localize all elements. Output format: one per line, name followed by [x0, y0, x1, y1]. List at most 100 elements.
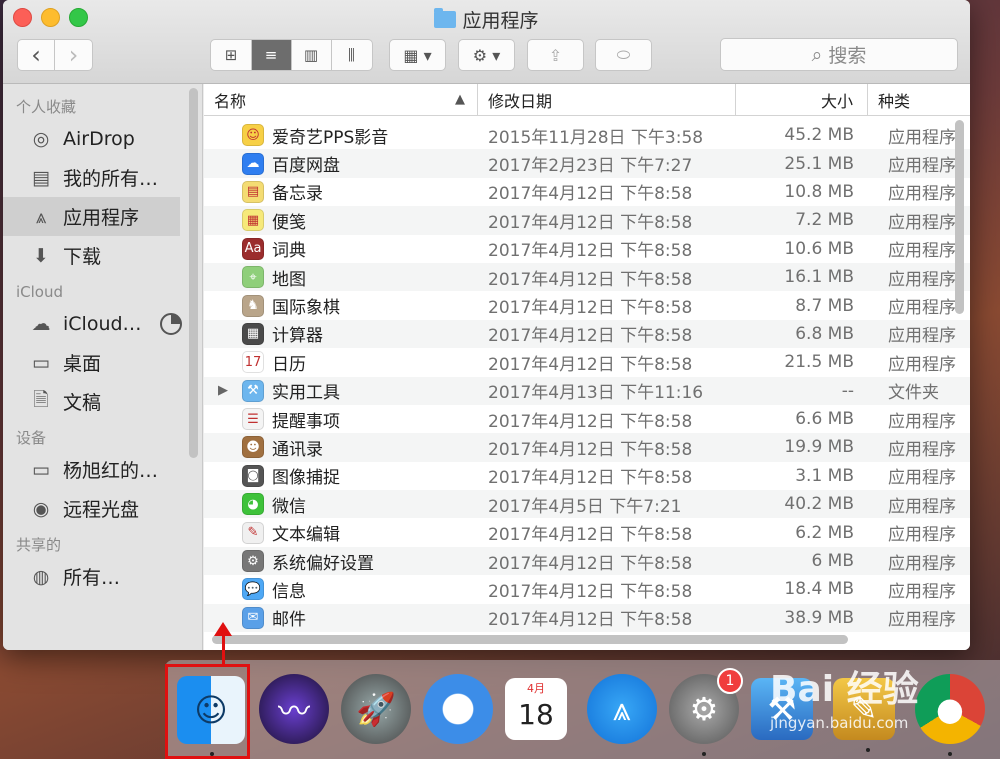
back-button[interactable]: ‹ — [18, 40, 55, 70]
textedit-icon: ✎ — [242, 521, 264, 544]
table-row[interactable]: ⌖ 地图 2017年4月12日 下午8:58 16.1 MB 应用程序 — [204, 262, 970, 292]
file-date: 2017年4月12日 下午8:58 — [488, 354, 693, 375]
toolbar: 应用程序 ‹ › ⊞ ≡ ▥ ⫼ ▦ ▾ ⚙ ▾ ⇪ ⬭ ⌕ 搜索 — [3, 0, 970, 84]
file-name-cell: ☁ 百度网盘 — [204, 151, 478, 176]
file-name: 备忘录 — [272, 184, 323, 205]
file-date: 2017年4月12日 下午8:58 — [488, 184, 693, 205]
file-size: 8.7 MB — [795, 295, 854, 316]
group-button[interactable]: ▦ ▾ — [389, 39, 446, 71]
table-row[interactable]: ☻ 通讯录 2017年4月12日 下午8:58 19.9 MB 应用程序 — [204, 433, 970, 462]
share-button[interactable]: ⇪ — [527, 39, 584, 71]
search-placeholder: 搜索 — [828, 45, 867, 67]
file-size: 18.4 MB — [784, 579, 854, 600]
file-date: 2017年4月12日 下午8:58 — [488, 525, 693, 546]
sidebar-item-documents[interactable]: 🗎 文稿 — [3, 382, 202, 421]
sidebar-item-airdrop[interactable]: ◎ AirDrop — [3, 119, 202, 158]
column-view-button[interactable]: ▥ — [292, 40, 332, 70]
sidebar-section-header: 共享的 — [16, 536, 62, 554]
disclosure-triangle-icon[interactable]: ▶ — [218, 383, 228, 398]
table-row[interactable]: ◙ 图像捕捉 2017年4月12日 下午8:58 3.1 MB 应用程序 — [204, 462, 970, 490]
desktop-icon: ▭ — [32, 351, 50, 374]
all-files-icon: ▤ — [32, 166, 50, 189]
sidebar-item-download[interactable]: ⬇ 下载 — [3, 236, 202, 275]
file-kind: 应用程序 — [888, 411, 956, 432]
table-row[interactable]: ☁ 百度网盘 2017年2月23日 下午7:27 25.1 MB 应用程序 — [204, 149, 970, 178]
table-row[interactable]: ☺ 爱奇艺PPS影音 2015年11月28日 下午3:58 45.2 MB 应用程序 — [204, 121, 970, 149]
dock-siri[interactable]: 〰 — [259, 674, 329, 744]
column-name[interactable]: 名称 ▲ — [204, 84, 478, 115]
file-name-cell: ⌖ 地图 — [204, 265, 478, 290]
table-row[interactable]: ✎ 文本编辑 2017年4月12日 下午8:58 6.2 MB 应用程序 — [204, 518, 970, 546]
documents-icon: 🗎 — [33, 388, 49, 411]
file-name-cell: Aa 词典 — [204, 236, 478, 261]
file-kind: 应用程序 — [888, 241, 956, 262]
dock-launchpad[interactable]: 🚀 — [341, 674, 411, 744]
launchpad-icon: 🚀 — [356, 690, 396, 728]
dock-system-preferences[interactable]: ⚙ 1 — [669, 668, 743, 756]
file-kind: 应用程序 — [888, 354, 956, 375]
search-field[interactable]: ⌕ 搜索 — [720, 38, 958, 71]
horizontal-scrollbar[interactable] — [212, 635, 848, 644]
table-row[interactable]: ▶ ⚒ 实用工具 2017年4月13日 下午11:16 -- 文件夹 — [204, 376, 970, 405]
file-size: 6 MB — [811, 551, 854, 572]
download-icon: ⬇ — [33, 244, 49, 267]
sidebar-item-laptop[interactable]: ▭ 杨旭红的… — [3, 450, 202, 489]
file-name-cell: ▦ 计算器 — [204, 321, 478, 346]
table-row[interactable]: ▦ 计算器 2017年4月12日 下午8:58 6.8 MB 应用程序 — [204, 319, 970, 349]
forward-button[interactable]: › — [55, 40, 92, 70]
file-name-cell: ▦ 便笺 — [204, 208, 478, 233]
file-date: 2017年4月5日 下午7:21 — [488, 496, 682, 517]
file-name: 邮件 — [272, 610, 306, 631]
contacts-icon: ☻ — [242, 436, 264, 459]
file-name: 文本编辑 — [272, 525, 340, 546]
file-name: 地图 — [272, 269, 306, 290]
file-name-cell: ♞ 国际象棋 — [204, 293, 478, 318]
file-size: 6.6 MB — [795, 409, 854, 430]
column-kind[interactable]: 种类 — [868, 84, 963, 115]
list-view-button[interactable]: ≡ — [251, 40, 292, 70]
running-indicator — [866, 748, 870, 752]
file-name-cell: ✉ 邮件 — [204, 605, 478, 630]
notes-icon: ▤ — [242, 180, 264, 203]
file-name: 提醒事项 — [272, 411, 340, 432]
dock-chrome[interactable]: ● — [915, 674, 985, 756]
column-date[interactable]: 修改日期 — [478, 84, 736, 115]
chrome-icon: ● — [936, 690, 964, 728]
table-row[interactable]: ♞ 国际象棋 2017年4月12日 下午8:58 8.7 MB 应用程序 — [204, 291, 970, 319]
sidebar-item-disc[interactable]: ◉ 远程光盘 — [3, 489, 202, 528]
file-date: 2017年4月12日 下午8:58 — [488, 439, 693, 460]
file-date: 2017年2月23日 下午7:27 — [488, 156, 693, 177]
dock-app-store[interactable]: ⩓ — [587, 674, 657, 744]
dock-calendar[interactable]: 4月 18 — [505, 678, 567, 740]
file-date: 2017年4月12日 下午8:58 — [488, 581, 693, 602]
table-row[interactable]: ▤ 备忘录 2017年4月12日 下午8:58 10.8 MB 应用程序 — [204, 178, 970, 206]
table-row[interactable]: ◕ 微信 2017年4月5日 下午7:21 40.2 MB 应用程序 — [204, 490, 970, 519]
calendar-month: 4月 — [527, 682, 545, 695]
file-name-cell: ☺ 爱奇艺PPS影音 — [204, 123, 478, 148]
table-row[interactable]: 17 日历 2017年4月12日 下午8:58 21.5 MB 应用程序 — [204, 348, 970, 376]
sidebar-item-all-files[interactable]: ▤ 我的所有… — [3, 158, 202, 197]
table-row[interactable]: 💬 信息 2017年4月12日 下午8:58 18.4 MB 应用程序 — [204, 575, 970, 603]
sidebar-item-desktop[interactable]: ▭ 桌面 — [3, 343, 202, 382]
vertical-scrollbar[interactable] — [955, 120, 964, 314]
view-mode-control: ⊞ ≡ ▥ ⫼ — [210, 39, 373, 71]
sidebar-scrollbar[interactable] — [189, 88, 198, 458]
file-date: 2017年4月12日 下午8:58 — [488, 553, 693, 574]
icon-view-button[interactable]: ⊞ — [212, 40, 252, 70]
arrow-up-icon — [214, 622, 232, 636]
table-row[interactable]: ☰ 提醒事项 2017年4月12日 下午8:58 6.6 MB 应用程序 — [204, 405, 970, 433]
table-row[interactable]: ✉ 邮件 2017年4月12日 下午8:58 38.9 MB 应用程序 — [204, 603, 970, 633]
cover-flow-button[interactable]: ⫼ — [332, 40, 372, 70]
dock-safari[interactable]: ✦ — [423, 674, 493, 744]
file-date: 2015年11月28日 下午3:58 — [488, 127, 704, 148]
column-size[interactable]: 大小 — [736, 84, 868, 115]
table-row[interactable]: ▦ 便笺 2017年4月12日 下午8:58 7.2 MB 应用程序 — [204, 206, 970, 235]
sidebar-item-cloud[interactable]: ☁ iCloud… — [3, 304, 202, 343]
action-button[interactable]: ⚙ ▾ — [458, 39, 515, 71]
tag-button[interactable]: ⬭ — [595, 39, 652, 71]
table-row[interactable]: ⚙ 系统偏好设置 2017年4月12日 下午8:58 6 MB 应用程序 — [204, 546, 970, 576]
table-row[interactable]: Aa 词典 2017年4月12日 下午8:58 10.6 MB 应用程序 — [204, 235, 970, 263]
sidebar-item-network[interactable]: ◍ 所有… — [3, 557, 202, 596]
sidebar-item-applications[interactable]: ⩓ 应用程序 — [3, 197, 180, 236]
file-name-cell: ▶ ⚒ 实用工具 — [204, 378, 478, 403]
